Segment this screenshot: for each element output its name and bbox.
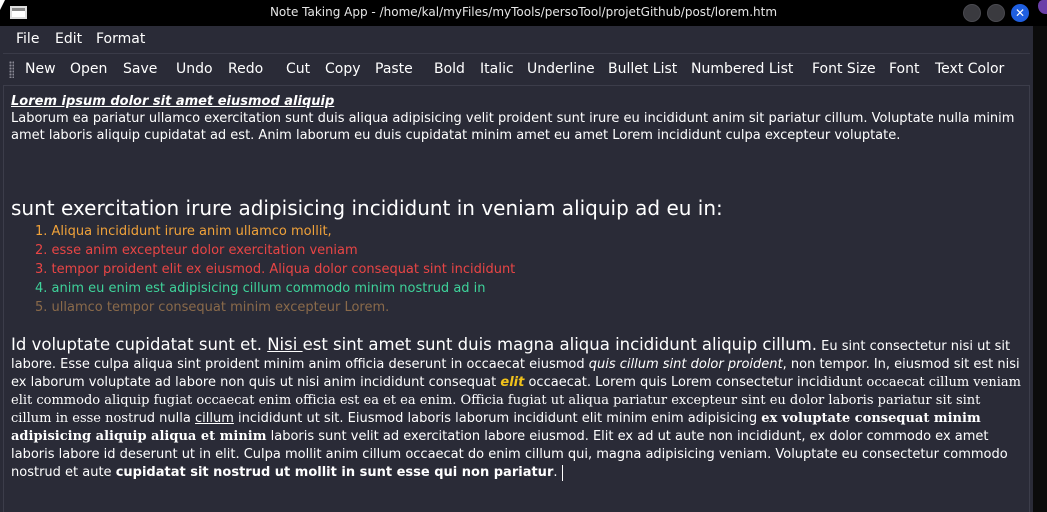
menu-bar: File Edit Format (0, 26, 1033, 53)
copy-button[interactable]: Copy (325, 61, 361, 77)
app-window: File Edit Format New Open Save Undo Redo… (0, 26, 1033, 512)
paragraph-1: Laborum ea pariatur ullamco exercitation… (11, 111, 1015, 143)
bold-text: cupidatat sit nostrud ut mollit in sunt … (115, 465, 554, 480)
body-text: incididunt ut sit. Eiusmod laboris labor… (233, 411, 762, 426)
underline-button[interactable]: Underline (527, 61, 595, 77)
close-button[interactable]: ✕ (1011, 4, 1029, 22)
body-text: rud nulla (133, 411, 195, 426)
desktop-edge (1033, 26, 1047, 512)
window-title: Note Taking App - /home/kal/myFiles/myTo… (269, 5, 778, 19)
title-bar: Note Taking App - /home/kal/myFiles/myTo… (0, 0, 1047, 26)
numbered-list: 1. Aliqua incididunt irure anim ullamco … (35, 222, 515, 317)
text-color-button[interactable]: Text Color (935, 61, 1004, 77)
italic-button[interactable]: Italic (480, 61, 514, 77)
cut-button[interactable]: Cut (286, 61, 310, 77)
text-editor[interactable]: Lorem ipsum dolor sit amet eiusmod aliqu… (3, 85, 1030, 512)
italic-text: quis cillum sint dolor proident (588, 357, 783, 372)
list-item: 5. ullamco tempor consequat minim except… (35, 300, 390, 315)
colored-text: elit (500, 375, 525, 390)
body-text: occaecat. Lorem quis Lorem consectetur i… (524, 375, 820, 390)
lead-text: Id voluptate cupidatat sunt et. (11, 335, 268, 354)
numbered-list-button[interactable]: Numbered List (691, 61, 793, 77)
minimize-button[interactable] (963, 4, 981, 22)
undo-button[interactable]: Undo (176, 61, 213, 77)
underlined-text: Nisi (267, 335, 303, 354)
menu-edit[interactable]: Edit (55, 31, 82, 47)
new-button[interactable]: New (25, 61, 56, 77)
lead-text: est sint amet sunt duis magna aliqua inc… (302, 335, 818, 354)
bullet-list-button[interactable]: Bullet List (608, 61, 677, 77)
toolbar: New Open Save Undo Redo Cut Copy Paste B… (3, 53, 1030, 85)
list-item: 2. esse anim excepteur dolor exercitatio… (35, 243, 358, 258)
menu-file[interactable]: File (16, 31, 39, 47)
list-item: 4. anim eu enim est adipisicing cillum c… (35, 281, 486, 296)
section-heading: sunt exercitation irure adipisicing inci… (11, 196, 723, 220)
list-item: 1. Aliqua incididunt irure anim ullamco … (35, 224, 332, 239)
redo-button[interactable]: Redo (228, 61, 263, 77)
font-size-button[interactable]: Font Size (812, 61, 876, 77)
font-button[interactable]: Font (889, 61, 919, 77)
save-button[interactable]: Save (123, 61, 157, 77)
toolbar-grip-handle[interactable] (9, 61, 14, 78)
open-button[interactable]: Open (70, 61, 107, 77)
list-item: 3. tempor proident elit ex eiusmod. Aliq… (35, 262, 516, 277)
menu-format[interactable]: Format (96, 31, 145, 47)
document-content: Lorem ipsum dolor sit amet eiusmod aliqu… (11, 93, 1023, 481)
paragraph-2: Id voluptate cupidatat sunt et. Nisi est… (11, 336, 1023, 482)
maximize-button[interactable] (987, 4, 1005, 22)
text-cursor (561, 464, 563, 481)
body-text: . (553, 465, 558, 480)
underlined-text: cillum (195, 411, 234, 426)
document-heading: Lorem ipsum dolor sit amet eiusmod aliqu… (11, 94, 335, 109)
bold-button[interactable]: Bold (434, 61, 465, 77)
paste-button[interactable]: Paste (375, 61, 413, 77)
